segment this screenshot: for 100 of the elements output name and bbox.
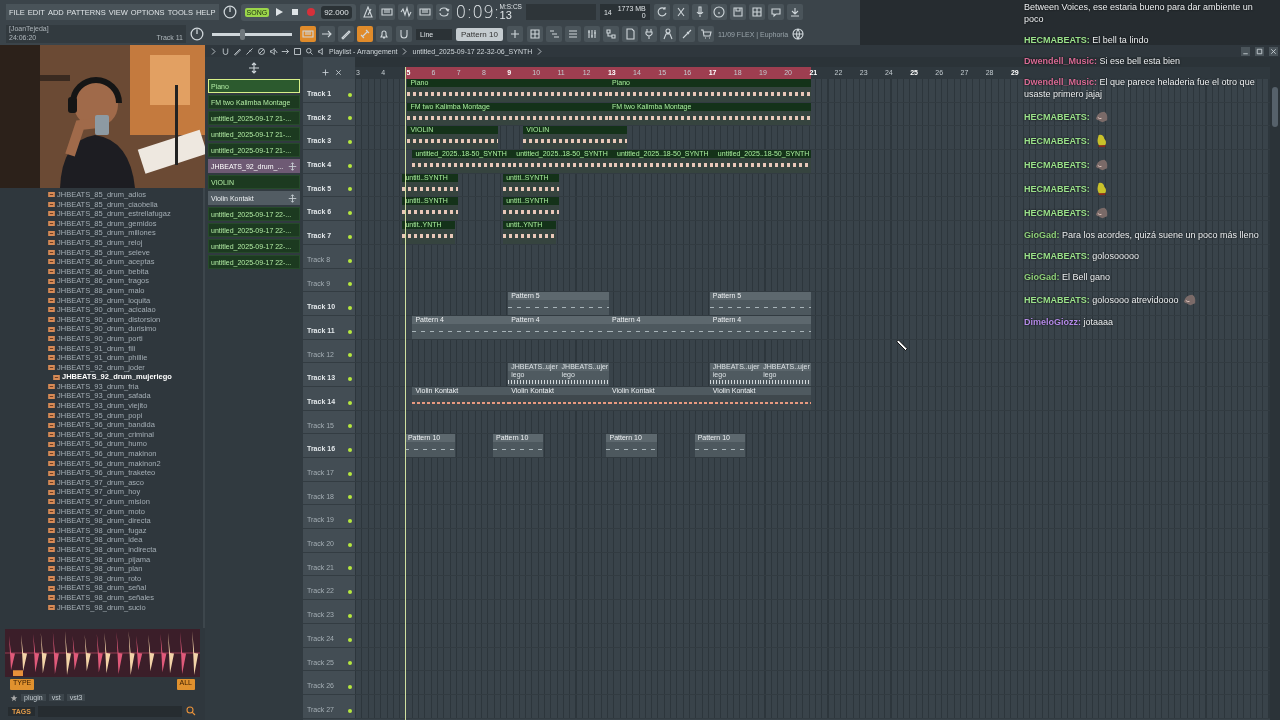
- track-led[interactable]: [348, 211, 352, 216]
- knob-icon[interactable]: [222, 5, 237, 19]
- audio-file-icon: [48, 470, 55, 476]
- track-led[interactable]: [348, 282, 352, 287]
- mixer-icon[interactable]: [583, 26, 600, 42]
- move-icon[interactable]: [248, 62, 260, 74]
- audio-file-icon: [48, 192, 55, 198]
- pencil-icon[interactable]: [338, 26, 354, 42]
- track-led[interactable]: [348, 400, 352, 405]
- keyboard-icon[interactable]: [416, 4, 433, 20]
- track-led[interactable]: [348, 590, 352, 595]
- download-icon[interactable]: [786, 4, 803, 20]
- arrow-icon[interactable]: [281, 46, 290, 56]
- audio-file-icon: [48, 489, 55, 495]
- track-led[interactable]: [348, 637, 352, 642]
- track-led[interactable]: [348, 448, 352, 452]
- chat-message: DimeloGiozz: jotaaaa: [1024, 316, 1114, 328]
- track-led[interactable]: [348, 305, 352, 310]
- track-led[interactable]: [348, 234, 352, 239]
- search-icon[interactable]: [185, 705, 197, 717]
- track-led[interactable]: [348, 376, 352, 381]
- scrollbar-thumb[interactable]: [1272, 87, 1278, 127]
- fish-icon: [1093, 157, 1109, 172]
- track-led[interactable]: [348, 708, 352, 713]
- save-icon[interactable]: [729, 4, 746, 20]
- track-led[interactable]: [348, 187, 352, 192]
- cross-icon[interactable]: [672, 4, 689, 20]
- track-led[interactable]: [348, 613, 352, 618]
- help-icon[interactable]: [710, 4, 727, 20]
- audio-file-icon: [48, 278, 55, 284]
- brush-icon[interactable]: [678, 26, 695, 42]
- knob-icon[interactable]: [190, 27, 204, 41]
- grid-icon[interactable]: [748, 4, 765, 20]
- mic-icon[interactable]: [691, 4, 708, 20]
- move-icon[interactable]: [288, 161, 297, 171]
- cart-icon[interactable]: [697, 26, 714, 42]
- magnet-icon[interactable]: [396, 26, 412, 42]
- cross-icon[interactable]: [334, 68, 343, 77]
- track-led[interactable]: [348, 471, 352, 476]
- select-icon[interactable]: [293, 46, 302, 56]
- chat-message: GioGad: El Bell gano: [1024, 271, 1111, 283]
- track-led[interactable]: [348, 353, 352, 358]
- chat-message: HECMABEATS:: [1024, 158, 1090, 171]
- mute-icon[interactable]: [269, 46, 278, 56]
- audio-file-icon: [48, 201, 55, 207]
- track-led[interactable]: [348, 163, 352, 168]
- audio-file-icon: [48, 326, 55, 332]
- track-led[interactable]: [348, 542, 352, 547]
- loop-icon[interactable]: [435, 4, 452, 20]
- chat-message: HECMABEATS:: [1024, 206, 1090, 219]
- track-led[interactable]: [348, 495, 352, 500]
- notes-icon[interactable]: [545, 26, 562, 42]
- close-icon[interactable]: [1269, 46, 1278, 56]
- keyboard-icon[interactable]: [378, 4, 395, 20]
- magnet-icon[interactable]: [221, 46, 230, 56]
- move-icon[interactable]: [288, 193, 297, 203]
- zoom-icon[interactable]: [305, 46, 314, 56]
- tempo-field[interactable]: 92.000: [321, 5, 352, 19]
- bell-icon[interactable]: [376, 26, 392, 42]
- audio-file-icon: [48, 403, 55, 409]
- track-led[interactable]: [348, 566, 352, 571]
- chevron-icon[interactable]: [209, 46, 218, 56]
- wave-icon[interactable]: [397, 4, 414, 20]
- track-led[interactable]: [348, 116, 352, 121]
- brush-icon[interactable]: [245, 46, 254, 56]
- time-readout: 0:09:: [455, 4, 500, 21]
- chevron-icon[interactable]: [535, 46, 545, 56]
- grid-icon[interactable]: [526, 26, 543, 42]
- globe-icon[interactable]: [792, 28, 805, 40]
- track-led[interactable]: [348, 329, 352, 334]
- page-icon[interactable]: [621, 26, 638, 42]
- refresh-icon[interactable]: [653, 4, 670, 20]
- chat-icon[interactable]: [767, 4, 784, 20]
- track-led[interactable]: [348, 424, 352, 429]
- minimize-icon[interactable]: [1241, 46, 1250, 56]
- audio-file-icon: [48, 317, 55, 322]
- track-led[interactable]: [348, 519, 352, 524]
- track-led[interactable]: [348, 684, 352, 689]
- star-icon[interactable]: [10, 693, 18, 702]
- audio-file-icon: [48, 585, 55, 591]
- audio-file-icon: [48, 556, 55, 562]
- speaker-icon[interactable]: [317, 46, 326, 56]
- tree-icon[interactable]: [602, 26, 619, 42]
- metronome-icon[interactable]: [359, 4, 376, 20]
- maximize-icon[interactable]: [1255, 46, 1264, 56]
- erase-icon[interactable]: [257, 46, 266, 56]
- track-led[interactable]: [348, 661, 352, 666]
- plug-icon[interactable]: [640, 26, 657, 42]
- pencil-icon[interactable]: [233, 46, 242, 56]
- pattern-selector[interactable]: Pattern 10: [456, 27, 503, 41]
- audio-file-icon: [48, 576, 55, 582]
- list-icon[interactable]: [564, 26, 581, 42]
- track-led[interactable]: [348, 140, 352, 145]
- plus-icon[interactable]: [506, 26, 523, 42]
- person-icon[interactable]: [659, 26, 676, 42]
- audio-file-icon: [48, 345, 55, 351]
- track-led[interactable]: [348, 258, 352, 263]
- audio-file-icon: [48, 249, 55, 255]
- plus-icon[interactable]: [321, 68, 330, 77]
- track-led[interactable]: [348, 92, 352, 97]
